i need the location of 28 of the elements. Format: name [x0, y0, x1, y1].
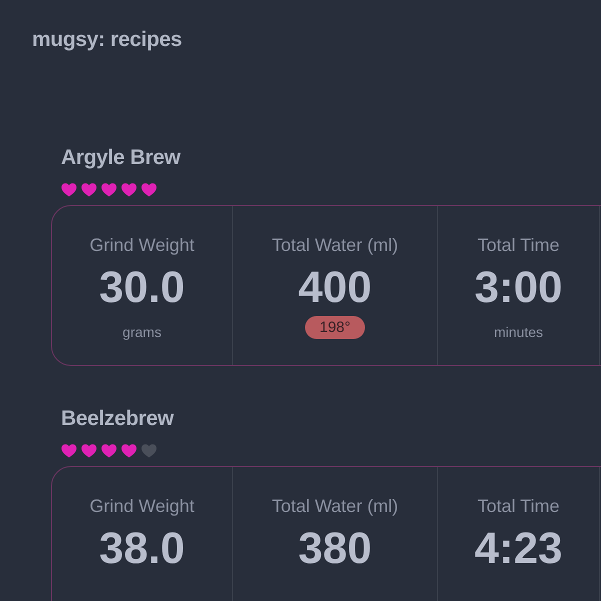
temperature-badge: 198° [305, 316, 365, 339]
heart-icon [101, 443, 117, 459]
stat-label: Total Water (ml) [272, 234, 398, 256]
recipe-name: Argyle Brew [61, 145, 182, 171]
heart-icon [81, 443, 97, 459]
heart-icon [61, 182, 77, 198]
recipe-name: Beelzebrew [61, 406, 175, 432]
heart-icon [61, 443, 77, 459]
heart-icon [81, 182, 97, 198]
stat-unit: grams [122, 324, 162, 340]
heart-icon [121, 443, 137, 459]
heart-icon [141, 182, 157, 198]
stat-label: Grind Weight [90, 234, 194, 256]
page-title: mugsy: recipes [32, 28, 183, 52]
heart-icon [141, 443, 157, 459]
stat-value: 30.0 [99, 262, 185, 314]
stat-value: 400 [298, 262, 372, 314]
heart-icon [121, 182, 137, 198]
stat-label: Total Water (ml) [272, 495, 398, 517]
stat-label: Grind Weight [90, 495, 194, 517]
stat-value: 3:00 [474, 262, 563, 314]
stat-label: Total Time [477, 495, 560, 517]
stat-value: 380 [298, 523, 372, 575]
stat-value: 4:23 [474, 523, 563, 575]
stat-label: Total Time [477, 234, 560, 256]
stat-unit: minutes [494, 324, 544, 340]
heart-icon [101, 182, 117, 198]
stat-value: 38.0 [99, 523, 185, 575]
